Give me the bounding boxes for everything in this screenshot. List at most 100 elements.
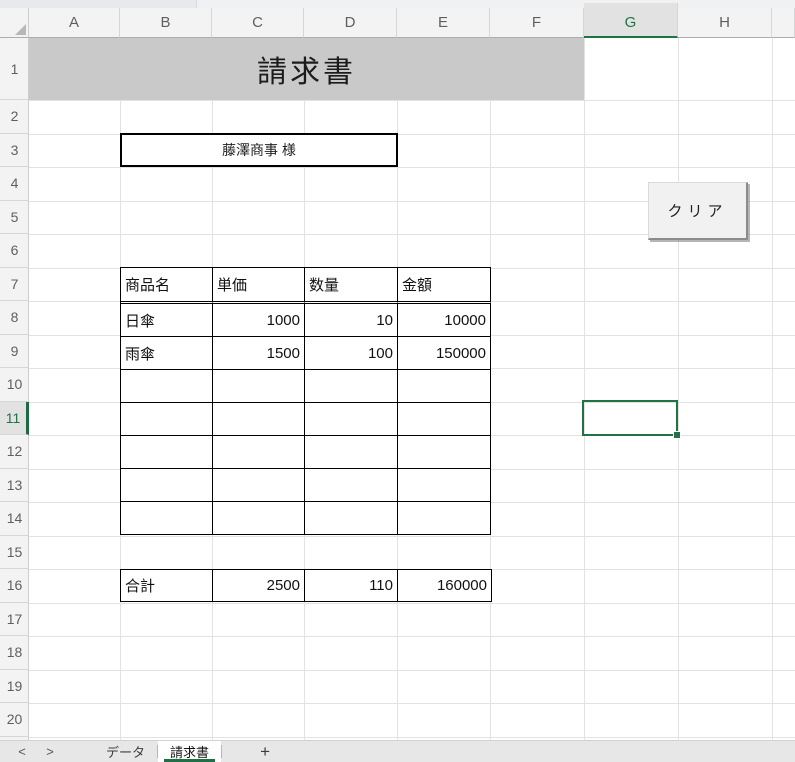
row-header-15[interactable]: 15 [0,536,29,570]
row-header-12[interactable]: 12 [0,435,29,469]
invoice-cell-row2-qty[interactable] [305,370,398,403]
invoice-cell-row5-qty[interactable] [305,469,398,502]
invoice-table-row: 雨傘1500100150000 [121,337,491,370]
row-header-11[interactable]: 11 [0,402,29,436]
prev-sheet-button[interactable]: < [8,741,36,762]
clear-button[interactable]: クリア [648,182,748,240]
total-row: 合計 2500 110 160000 [120,569,492,602]
row-header-17[interactable]: 17 [0,603,29,637]
invoice-cell-row1-name[interactable]: 雨傘 [121,337,213,370]
invoice-cell-row2-amount[interactable] [398,370,491,403]
invoice-cell-row3-name[interactable] [121,403,213,436]
row-header-5[interactable]: 5 [0,201,29,235]
column-header-C[interactable]: C [212,8,304,38]
invoice-cell-row2-name[interactable] [121,370,213,403]
column-header-D[interactable]: D [304,8,397,38]
column-header-H[interactable]: H [678,8,772,38]
column-header-A[interactable]: A [29,8,120,38]
invoice-cell-row1-amount[interactable]: 150000 [398,337,491,370]
invoice-cell-row6-unit_price[interactable] [213,502,305,535]
invoice-header-cell-qty[interactable]: 数量 [305,268,398,304]
invoice-cell-row0-qty[interactable]: 10 [305,304,398,337]
row-header-6[interactable]: 6 [0,234,29,268]
clear-button-label: クリア [667,200,727,221]
customer-name-text: 藤澤商事 様 [222,140,296,160]
horizontal-gridline [29,703,795,704]
row-header-4[interactable]: 4 [0,167,29,201]
sheet-tabs: データ請求書 [94,741,222,762]
invoice-cell-row5-unit_price[interactable] [213,469,305,502]
invoice-cell-row3-amount[interactable] [398,403,491,436]
invoice-cell-row4-amount[interactable] [398,436,491,469]
invoice-table-header-row: 商品名単価数量金額 [121,268,491,304]
horizontal-gridline [29,100,795,101]
column-header-stub [772,8,795,38]
customer-name-cell[interactable]: 藤澤商事 様 [120,133,398,167]
sheet-tab-1-active[interactable]: 請求書 [158,741,221,762]
invoice-cell-row6-qty[interactable] [305,502,398,535]
row-header-14[interactable]: 14 [0,502,29,536]
total-label-cell[interactable]: 合計 [121,570,213,601]
invoice-table: 商品名単価数量金額日傘10001010000雨傘1500100150000 [120,267,491,535]
invoice-cell-row3-unit_price[interactable] [213,403,305,436]
vertical-gridline [772,38,773,740]
invoice-table-row [121,370,491,403]
row-header-7[interactable]: 7 [0,268,29,302]
invoice-table-row: 日傘10001010000 [121,304,491,337]
row-header-9[interactable]: 9 [0,335,29,369]
column-header-B[interactable]: B [120,8,212,38]
next-sheet-button[interactable]: > [36,741,64,762]
invoice-cell-row3-qty[interactable] [305,403,398,436]
column-headers: ABCDEFGH [0,8,795,38]
invoice-cell-row4-qty[interactable] [305,436,398,469]
invoice-cell-row6-amount[interactable] [398,502,491,535]
invoice-table-row [121,403,491,436]
row-header-10[interactable]: 10 [0,368,29,402]
invoice-table-row [121,436,491,469]
row-header-3[interactable]: 3 [0,134,29,168]
row-header-8[interactable]: 8 [0,301,29,335]
vertical-gridline [584,38,585,740]
row-header-18[interactable]: 18 [0,636,29,670]
row-header-20[interactable]: 20 [0,703,29,737]
invoice-table-row [121,502,491,535]
invoice-cell-row2-unit_price[interactable] [213,370,305,403]
fill-handle[interactable] [673,431,681,439]
select-all-triangle-icon [15,24,26,35]
total-unit-price-cell[interactable]: 2500 [213,570,305,601]
invoice-cell-row0-unit_price[interactable]: 1000 [213,304,305,337]
add-sheet-button[interactable]: + [248,741,282,762]
invoice-cell-row0-name[interactable]: 日傘 [121,304,213,337]
total-amount-cell[interactable]: 160000 [398,570,491,601]
sheet-tab-0[interactable]: データ [94,741,157,762]
invoice-cell-row4-name[interactable] [121,436,213,469]
sheet-tab-bar: < > データ請求書 + [0,740,795,762]
name-box-edge [0,0,197,8]
invoice-header-cell-unit_price[interactable]: 単価 [213,268,305,304]
row-header-13[interactable]: 13 [0,469,29,503]
horizontal-gridline [29,670,795,671]
selected-cell-G11[interactable] [582,400,678,436]
column-header-E[interactable]: E [397,8,490,38]
invoice-cell-row5-name[interactable] [121,469,213,502]
total-qty-cell[interactable]: 110 [305,570,398,601]
horizontal-gridline [29,603,795,604]
invoice-cell-row6-name[interactable] [121,502,213,535]
row-headers: 1234567891011121314151617181920 [0,38,29,740]
column-header-G[interactable]: G [584,3,678,38]
column-header-F[interactable]: F [490,8,584,38]
row-header-19[interactable]: 19 [0,670,29,704]
invoice-cell-row4-unit_price[interactable] [213,436,305,469]
row-header-16[interactable]: 16 [0,569,29,603]
invoice-header-cell-name[interactable]: 商品名 [121,268,213,304]
invoice-header-cell-amount[interactable]: 金額 [398,268,491,304]
vertical-gridline [678,38,679,740]
select-all-corner[interactable] [0,8,29,38]
row-header-2[interactable]: 2 [0,100,29,134]
invoice-cell-row0-amount[interactable]: 10000 [398,304,491,337]
invoice-cell-row5-amount[interactable] [398,469,491,502]
invoice-cell-row1-unit_price[interactable]: 1500 [213,337,305,370]
row-header-1[interactable]: 1 [0,38,29,100]
invoice-title-cell[interactable]: 請求書 [29,38,584,100]
invoice-cell-row1-qty[interactable]: 100 [305,337,398,370]
